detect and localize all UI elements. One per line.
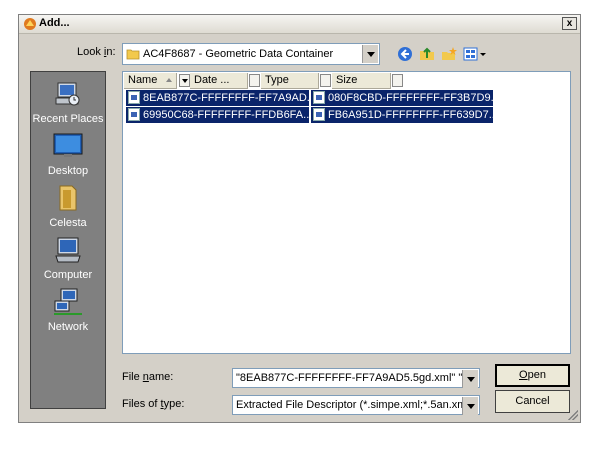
cancel-button[interactable]: Cancel [495, 390, 570, 413]
file-name-value[interactable]: "8EAB877C-FFFFFFFF-FF7A9AD5.5gd.xml" "0i [236, 372, 462, 384]
place-recent-places[interactable]: Recent Places [31, 80, 105, 125]
open-button[interactable]: Open [495, 364, 570, 387]
xml-file-icon [128, 108, 140, 121]
place-network[interactable]: Network [31, 288, 105, 333]
xml-file-icon [313, 108, 325, 121]
close-icon: x [566, 18, 573, 29]
file-name-combo[interactable]: "8EAB877C-FFFFFFFF-FF7A9AD5.5gd.xml" "0i [232, 368, 480, 388]
files-of-type-label: Files of type: [122, 398, 185, 410]
sort-ascending-icon [166, 78, 172, 82]
file-item[interactable]: FB6A951D-FFFFFFFF-FF639D7... [311, 107, 498, 123]
back-icon[interactable] [397, 46, 413, 62]
file-item[interactable]: 69950C68-FFFFFFFF-FFDB6FA... [126, 107, 312, 123]
look-in-label: Look in: [77, 46, 116, 58]
view-menu-icon[interactable] [463, 46, 489, 62]
file-item[interactable]: 080F8CBD-FFFFFFFF-FF3B7D9... [311, 90, 500, 106]
column-filter-name[interactable] [179, 74, 190, 87]
up-folder-icon[interactable] [419, 46, 435, 62]
computer-icon [55, 237, 81, 263]
file-name-label: File name: [122, 371, 174, 383]
app-icon [24, 18, 36, 30]
window-title: Add... [39, 17, 70, 29]
file-item[interactable]: 8EAB877C-FFFFFFFF-FF7A9AD... [126, 90, 316, 106]
desktop-icon [53, 133, 83, 157]
column-header-size[interactable]: Size [332, 73, 391, 89]
places-bar: Recent Places Desktop Celesta Computer N… [30, 71, 106, 409]
look-in-dropdown-arrow[interactable] [362, 45, 378, 63]
column-filter-type[interactable] [320, 74, 331, 87]
network-icon [54, 288, 82, 315]
resize-grip[interactable] [568, 410, 578, 420]
xml-file-icon [313, 91, 325, 104]
look-in-combo[interactable]: AC4F8687 - Geometric Data Container [122, 43, 380, 65]
folder-icon [126, 49, 140, 60]
user-folder-icon [59, 185, 77, 211]
column-header-type[interactable]: Type [261, 73, 319, 89]
look-in-value: AC4F8687 - Geometric Data Container [143, 48, 334, 60]
xml-file-icon [128, 91, 140, 104]
recent-places-icon [55, 82, 80, 106]
column-header-name[interactable]: Name [124, 73, 190, 89]
close-button[interactable]: x [562, 17, 577, 30]
add-dialog: Add... x Look in: AC4F8687 - Geometric D… [18, 14, 581, 423]
column-filter-date[interactable] [249, 74, 260, 87]
file-type-value: Extracted File Descriptor (*.simpe.xml;*… [236, 399, 462, 411]
file-type-dropdown-arrow[interactable] [462, 397, 478, 415]
column-filter-size[interactable] [392, 74, 403, 87]
place-desktop[interactable]: Desktop [31, 132, 105, 177]
column-header-date[interactable]: Date ... [190, 73, 248, 89]
place-computer[interactable]: Computer [31, 236, 105, 281]
file-name-dropdown-arrow[interactable] [462, 370, 478, 388]
file-type-combo[interactable]: Extracted File Descriptor (*.simpe.xml;*… [232, 395, 480, 415]
new-folder-icon[interactable] [441, 46, 457, 62]
file-list[interactable]: Name Date ... Type Size 8EAB877C-FFFFFFF… [122, 71, 571, 354]
title-bar[interactable]: Add... x [19, 15, 580, 34]
place-celesta[interactable]: Celesta [31, 184, 105, 229]
